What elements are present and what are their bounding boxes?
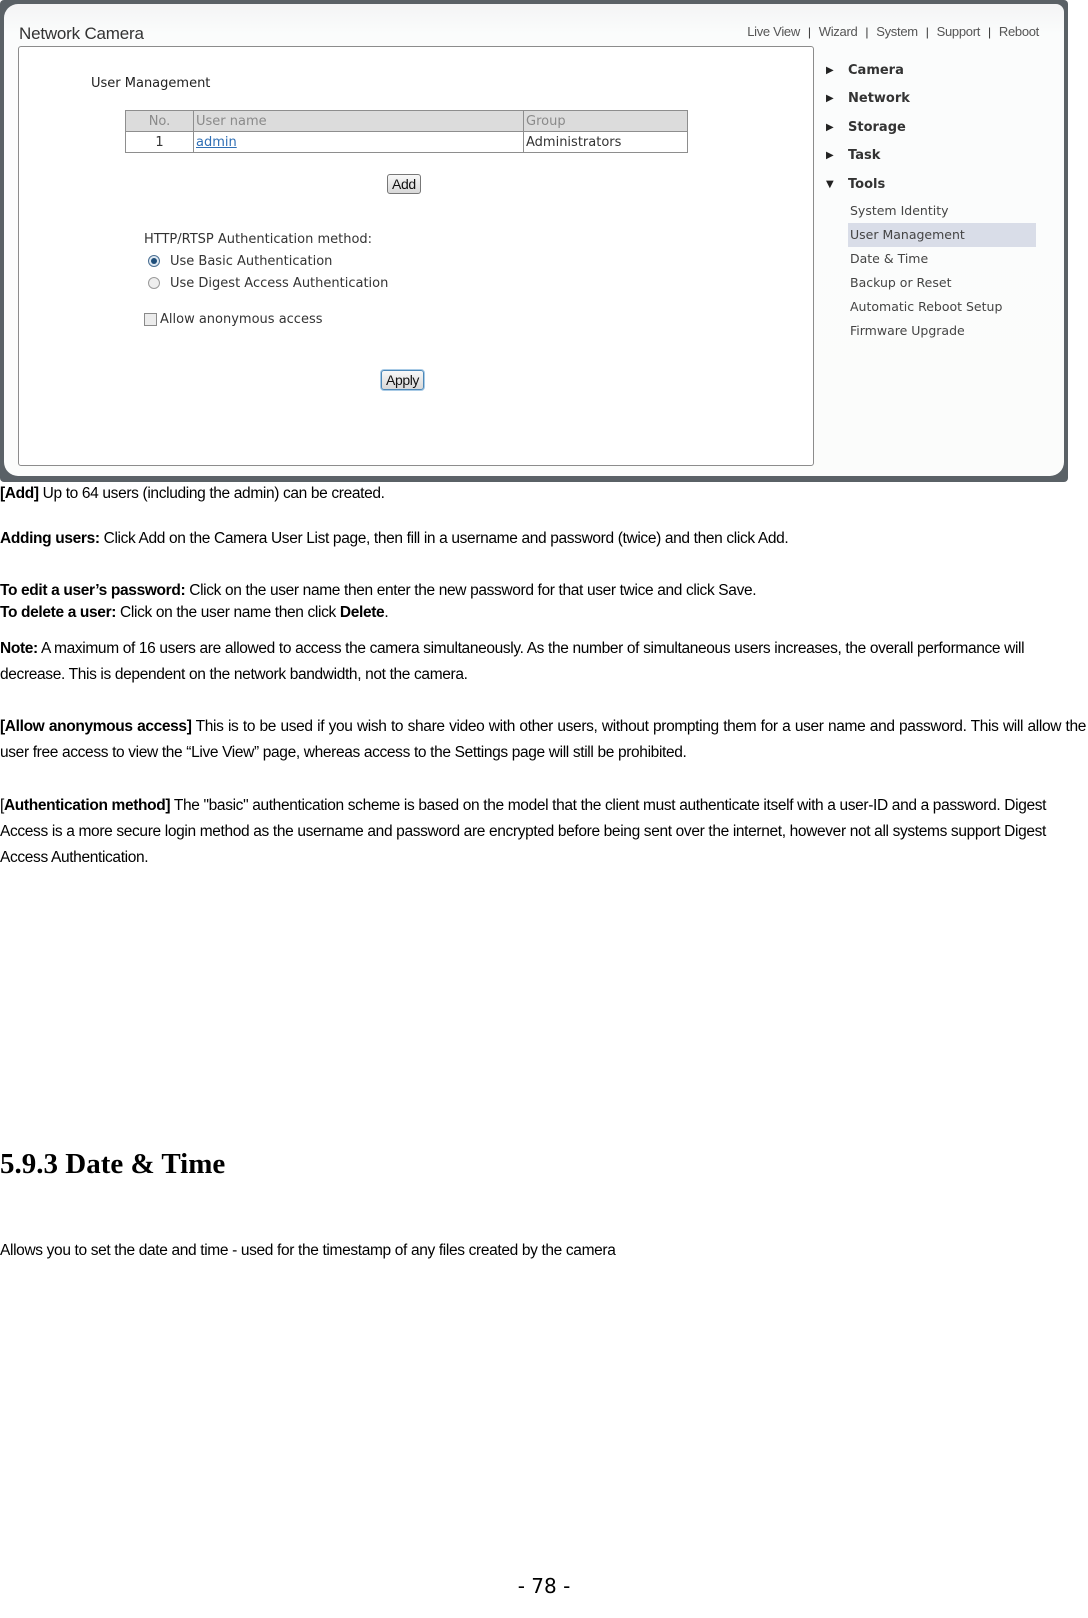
sidebar-item-label: Storage (848, 119, 906, 135)
nav-reboot[interactable]: Reboot (999, 24, 1039, 39)
submenu-firmware-upgrade[interactable]: Firmware Upgrade (848, 319, 1036, 343)
paragraph-anonymous-access: [Allow anonymous access] This is to be u… (0, 714, 1086, 766)
top-nav: Live View | Wizard | System | Support | … (747, 24, 1039, 39)
table-header-row: No. User name Group (125, 110, 688, 132)
paragraph-date-time: Allows you to set the date and time - us… (0, 1242, 616, 1259)
paragraph-text: A maximum of 16 users are allowed to acc… (0, 640, 1025, 683)
radio-basic-auth[interactable] (148, 255, 160, 267)
anonymous-access-label: Allow anonymous access (160, 312, 323, 327)
submenu-system-identity[interactable]: System Identity (848, 199, 1036, 223)
paragraph-text: Click Add on the Camera User List page, … (99, 530, 789, 547)
camera-web-ui: Network Camera Live View | Wizard | Syst… (4, 4, 1064, 476)
term-add: [Add] (0, 485, 39, 502)
cell-no: 1 (125, 131, 194, 153)
nav-live-view[interactable]: Live View (747, 24, 800, 39)
section-heading: 5.9.3 Date & Time (0, 1148, 226, 1180)
paragraph-text: Up to 64 users (including the admin) can… (38, 485, 385, 502)
term-delete: Delete (339, 604, 385, 621)
apply-button[interactable]: Apply (381, 370, 425, 390)
chevron-right-icon: ▶ (826, 121, 834, 133)
radio-basic-auth-label: Use Basic Authentication (170, 253, 333, 269)
anonymous-access-checkbox[interactable] (144, 313, 157, 326)
radio-digest-auth-row[interactable]: Use Digest Access Authentication (148, 272, 388, 294)
content-panel: User Management No. User name Group 1 ad… (18, 46, 814, 466)
sidebar-item-label: Task (848, 148, 881, 164)
radio-digest-auth-label: Use Digest Access Authentication (170, 275, 389, 291)
paragraph-text: Click on the user name then click (116, 604, 340, 621)
chevron-right-icon: ▶ (826, 93, 834, 105)
sidebar-item-camera[interactable]: ▶ Camera (824, 56, 1034, 85)
nav-separator: | (865, 24, 869, 39)
settings-sidebar: ▶ Camera ▶ Network ▶ Storage ▶ Task ▼ To… (824, 56, 1036, 343)
chevron-down-icon: ▼ (826, 178, 834, 190)
chevron-right-icon: ▶ (826, 150, 834, 162)
paragraph-note: Note: A maximum of 16 users are allowed … (0, 636, 1088, 688)
term-delete-user: To delete a user: (0, 604, 117, 621)
term-anonymous-access: [Allow anonymous access] (0, 718, 192, 735)
radio-digest-auth[interactable] (148, 277, 160, 289)
paragraph-delete-user: To delete a user: Click on the user name… (0, 600, 1088, 626)
tools-submenu: System Identity User Management Date & T… (848, 199, 1036, 343)
cell-user-name: admin (193, 131, 524, 153)
paragraph-add: [Add] Up to 64 users (including the admi… (0, 481, 1088, 507)
nav-separator: | (988, 24, 991, 39)
app-title: Network Camera (19, 24, 144, 43)
sidebar-item-label: Network (848, 91, 910, 107)
auth-method-label: HTTP/RTSP Authentication method: (144, 232, 373, 247)
section-title: User Management (91, 76, 211, 91)
auth-method-group: HTTP/RTSP Authentication method: Use Bas… (144, 232, 388, 327)
add-user-button[interactable]: Add (387, 174, 421, 194)
page-number: - 78 - (517, 1574, 571, 1598)
paragraph-text: Click on the user name then enter the ne… (185, 582, 757, 599)
paragraph-auth-method: [Authentication method] The "basic" auth… (0, 793, 1088, 871)
term-adding-users: Adding users: (0, 530, 100, 547)
paragraph-adding-users: Adding users: Click Add on the Camera Us… (0, 526, 1088, 552)
sidebar-item-task[interactable]: ▶ Task (824, 142, 1034, 171)
term-auth-method: Authentication method] (3, 797, 171, 814)
nav-support[interactable]: Support (937, 24, 981, 39)
submenu-date-time[interactable]: Date & Time (848, 247, 1036, 271)
user-link-admin[interactable]: admin (196, 135, 237, 150)
sidebar-item-storage[interactable]: ▶ Storage (824, 113, 1034, 142)
radio-basic-auth-row[interactable]: Use Basic Authentication (148, 250, 388, 272)
submenu-user-management[interactable]: User Management (848, 222, 1036, 247)
anonymous-access-row[interactable]: Allow anonymous access (144, 312, 388, 327)
term-edit-password: To edit a user’s password: (0, 582, 186, 599)
column-header-user-name: User name (193, 110, 524, 132)
ui-screenshot: Network Camera Live View | Wizard | Syst… (0, 0, 1068, 482)
nav-separator: | (925, 24, 929, 39)
term-note: Note: (0, 640, 38, 657)
submenu-auto-reboot[interactable]: Automatic Reboot Setup (848, 295, 1036, 319)
sidebar-item-label: Camera (848, 62, 904, 78)
paragraph-text: . (384, 604, 389, 621)
table-row: 1 admin Administrators (125, 131, 688, 153)
sidebar-item-label: Tools (848, 176, 886, 192)
column-header-no: No. (125, 110, 194, 132)
chevron-right-icon: ▶ (826, 64, 834, 76)
sidebar-item-network[interactable]: ▶ Network (824, 85, 1034, 114)
cell-group: Administrators (523, 131, 688, 153)
sidebar-item-tools[interactable]: ▼ Tools (824, 170, 1034, 199)
submenu-backup-reset[interactable]: Backup or Reset (848, 271, 1036, 295)
column-header-group: Group (523, 110, 688, 132)
user-table: No. User name Group 1 admin Administrato… (125, 110, 688, 153)
nav-system[interactable]: System (876, 24, 918, 39)
nav-wizard[interactable]: Wizard (819, 24, 858, 39)
nav-separator: | (807, 24, 811, 39)
